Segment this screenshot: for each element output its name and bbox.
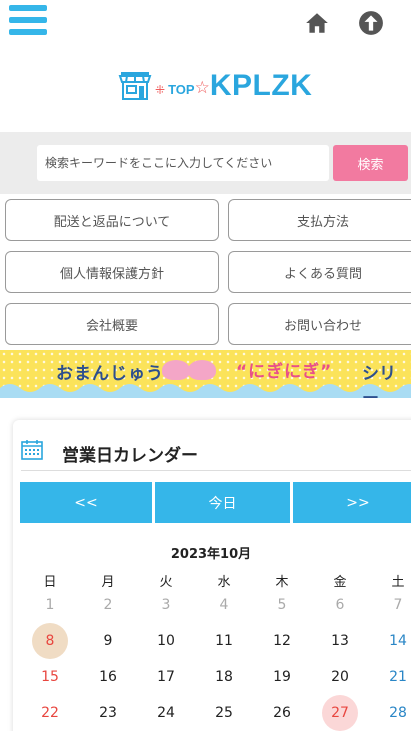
nav-privacy-button[interactable]: 個人情報保護方針 bbox=[5, 251, 219, 293]
calendar-day[interactable]: 23 bbox=[90, 695, 126, 731]
calendar-day[interactable]: 3 bbox=[148, 587, 184, 623]
calendar-day[interactable]: 26 bbox=[264, 695, 300, 731]
logo-area: ⁜ TOP ☆ KPLZK bbox=[0, 48, 411, 132]
calendar-day[interactable]: 11 bbox=[206, 623, 242, 659]
shop-storefront-icon bbox=[118, 72, 152, 100]
calendar-day[interactable]: 25 bbox=[206, 695, 242, 731]
sparkle-icon: ⁜ bbox=[155, 83, 166, 97]
arrow-up-circle-icon[interactable] bbox=[358, 10, 384, 36]
calendar-day[interactable]: 15 bbox=[32, 659, 68, 695]
calendar-day[interactable]: 22 bbox=[32, 695, 68, 731]
hamburger-menu-icon[interactable] bbox=[9, 5, 47, 38]
calendar-day[interactable]: 19 bbox=[264, 659, 300, 695]
calendar-day[interactable]: 18 bbox=[206, 659, 242, 695]
logo-name: KPLZK bbox=[209, 69, 313, 102]
nav-contact-button[interactable]: お問い合わせ bbox=[228, 303, 411, 345]
logo-top-label: TOP bbox=[168, 81, 195, 97]
calendar-day[interactable]: 7 bbox=[380, 587, 411, 623]
search-bar: 検索 bbox=[0, 132, 411, 194]
business-calendar: 営業日カレンダー << 今日 >> 2023年10月 日 月 火 水 木 金 土… bbox=[13, 420, 411, 731]
calendar-month-label: 2023年10月 bbox=[170, 547, 252, 562]
calendar-day[interactable]: 28 bbox=[380, 695, 411, 731]
top-header bbox=[0, 0, 411, 48]
calendar-day-holiday[interactable]: 27 bbox=[322, 695, 358, 731]
calendar-title: 営業日カレンダー bbox=[62, 446, 198, 466]
calendar-day[interactable]: 5 bbox=[264, 587, 300, 623]
calendar-icon bbox=[21, 440, 43, 460]
calendar-day-today[interactable]: 8 bbox=[32, 623, 68, 659]
calendar-day[interactable]: 24 bbox=[148, 695, 184, 731]
calendar-day[interactable]: 12 bbox=[264, 623, 300, 659]
calendar-day[interactable]: 21 bbox=[380, 659, 411, 695]
divider bbox=[21, 470, 411, 471]
nav-company-button[interactable]: 会社概要 bbox=[5, 303, 219, 345]
search-button[interactable]: 検索 bbox=[333, 145, 408, 181]
calendar-day[interactable]: 1 bbox=[32, 587, 68, 623]
calendar-day[interactable]: 14 bbox=[380, 623, 411, 659]
weekday-sat: 土 bbox=[391, 575, 405, 590]
calendar-day[interactable]: 10 bbox=[148, 623, 184, 659]
manju-icon bbox=[188, 360, 216, 380]
home-icon[interactable] bbox=[304, 10, 330, 36]
calendar-day[interactable]: 17 bbox=[148, 659, 184, 695]
today-button[interactable]: 今日 bbox=[155, 482, 290, 523]
next-month-button[interactable]: >> bbox=[293, 482, 411, 523]
nav-faq-button[interactable]: よくある質問 bbox=[228, 251, 411, 293]
search-input[interactable] bbox=[37, 145, 329, 181]
calendar-day[interactable]: 2 bbox=[90, 587, 126, 623]
calendar-day[interactable]: 9 bbox=[90, 623, 126, 659]
site-logo[interactable]: ⁜ TOP ☆ KPLZK bbox=[118, 66, 338, 106]
banner-text-series: シリー bbox=[362, 364, 396, 398]
prev-month-button[interactable]: << bbox=[20, 482, 152, 523]
calendar-day[interactable]: 4 bbox=[206, 587, 242, 623]
banner-text: おまんじゅう bbox=[56, 364, 164, 384]
calendar-day[interactable]: 6 bbox=[322, 587, 358, 623]
calendar-day[interactable]: 20 bbox=[322, 659, 358, 695]
banner-highlight-text: “にぎにぎ” bbox=[236, 362, 333, 382]
nav-payment-button[interactable]: 支払方法 bbox=[228, 199, 411, 241]
calendar-day[interactable]: 16 bbox=[90, 659, 126, 695]
manju-icon bbox=[162, 360, 190, 380]
star-icon: ☆ bbox=[194, 78, 210, 98]
nav-shipping-button[interactable]: 配送と返品について bbox=[5, 199, 219, 241]
promo-banner[interactable]: おまんじゅう “にぎにぎ” シリー bbox=[0, 350, 411, 398]
calendar-day[interactable]: 13 bbox=[322, 623, 358, 659]
